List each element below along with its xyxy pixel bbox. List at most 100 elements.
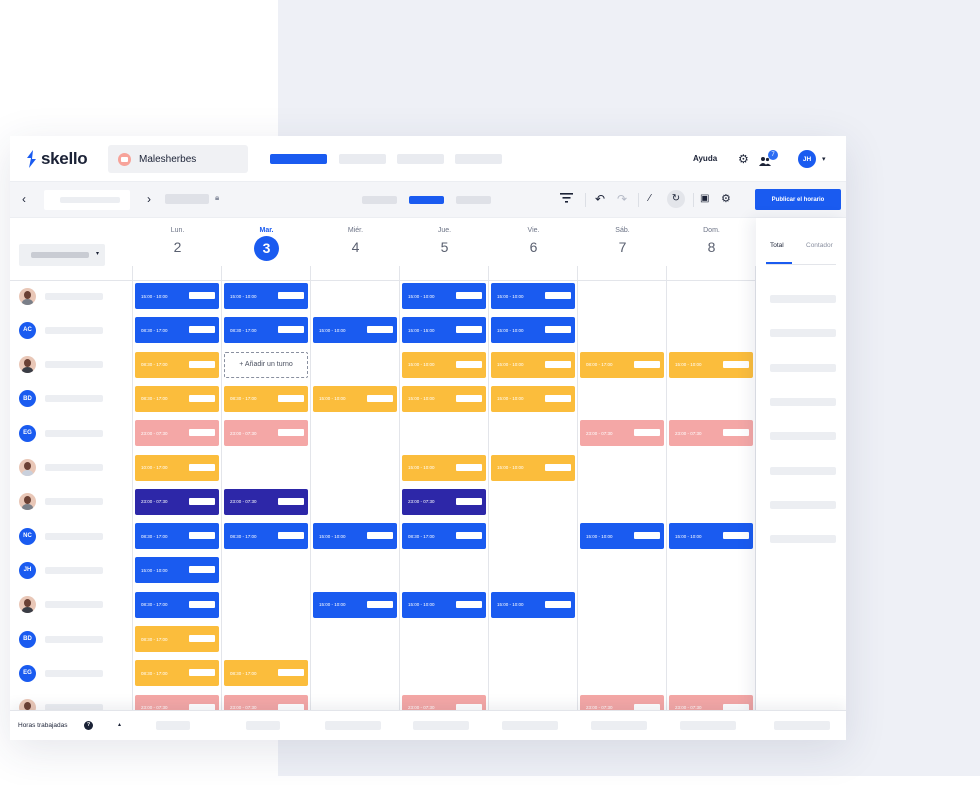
shift-card[interactable]: 08:30 - 17:00	[224, 523, 308, 550]
shift-card[interactable]: 10:00 - 17:00	[135, 454, 219, 481]
shift-card[interactable]: 08:30 - 17:00	[224, 317, 308, 344]
undo-icon[interactable]: ↶	[595, 192, 605, 206]
question-icon[interactable]: ?	[84, 721, 93, 730]
gear-icon[interactable]: ⚙	[738, 153, 749, 165]
shift-card[interactable]: 08:30 - 17:00	[135, 591, 219, 618]
user-avatar[interactable]: JH	[798, 150, 816, 168]
employee-row-label[interactable]	[19, 595, 139, 615]
date-picker[interactable]	[44, 190, 130, 210]
add-shift-button[interactable]: + Añadir un turno	[224, 351, 308, 378]
settings-gear-icon[interactable]: ⚙	[721, 192, 731, 206]
shift-card[interactable]: 23:00 - 07:30	[580, 420, 664, 447]
shift-card[interactable]: 08:30 - 17:00	[135, 351, 219, 378]
help-link[interactable]: Ayuda	[693, 154, 717, 163]
employee-row-label[interactable]	[19, 286, 139, 306]
redo-icon[interactable]: ↷	[617, 192, 627, 206]
shift-card[interactable]: 08:30 - 17:00	[135, 626, 219, 652]
shift-card[interactable]: 15:00 - 10:00	[402, 591, 486, 618]
day-header[interactable]: Jue. 5	[400, 227, 489, 255]
shift-card[interactable]: 15:00 - 15:00	[402, 317, 486, 344]
shift-card[interactable]: 15:00 - 10:00	[491, 351, 575, 378]
skello-logo[interactable]: skello	[26, 149, 88, 169]
tab-counter[interactable]: Contador	[806, 242, 833, 249]
employee-row-label[interactable]	[19, 458, 139, 478]
shift-card[interactable]: 15:00 - 10:00	[135, 283, 219, 309]
publish-schedule-button[interactable]: Publicar el horario	[755, 189, 841, 210]
shift-card[interactable]: 23:00 - 07:30	[135, 420, 219, 447]
view-toggle-week[interactable]	[409, 196, 444, 204]
shift-card[interactable]: 15:00 - 10:00	[313, 523, 397, 550]
shift-card[interactable]: 15:00 - 10:00	[402, 283, 486, 309]
nav-tab[interactable]	[455, 154, 502, 164]
shift-card[interactable]: 08:30 - 17:00	[224, 385, 308, 412]
employee-row-label[interactable]: AC	[19, 320, 139, 340]
shift-card[interactable]: 23:00 - 07:30	[224, 420, 308, 447]
employee-row-label[interactable]: NC	[19, 526, 139, 546]
header-divider	[10, 280, 756, 281]
day-header[interactable]: Dom. 8	[667, 227, 756, 255]
employee-row-label[interactable]: BD	[19, 389, 139, 409]
employee-filter-dropdown[interactable]: ▾	[19, 244, 105, 266]
print-icon[interactable]: ▣	[700, 192, 709, 206]
shift-card[interactable]: 08:30 - 17:00	[135, 660, 219, 687]
view-toggle-day[interactable]	[362, 196, 397, 204]
shift-card[interactable]: 15:00 - 10:00	[402, 385, 486, 412]
shift-card[interactable]: 15:00 - 10:00	[669, 351, 753, 378]
lock-icon[interactable]: 🔒︎	[215, 193, 219, 203]
shift-time: 15:00 - 10:00	[408, 362, 435, 368]
shift-card[interactable]: 23:00 - 07:30	[224, 488, 308, 515]
shift-card[interactable]: 23:00 - 07:30	[402, 488, 486, 515]
employee-row-label[interactable]: EG	[19, 663, 139, 683]
shift-label-placeholder	[367, 326, 393, 334]
prev-week-icon[interactable]: ‹	[22, 192, 26, 206]
employee-row-label[interactable]: EG	[19, 423, 139, 443]
view-toggle-month[interactable]	[456, 196, 491, 204]
shift-card[interactable]: 15:00 - 10:00	[491, 385, 575, 412]
employee-row-label[interactable]	[19, 355, 139, 375]
users-icon[interactable]: 7	[759, 150, 778, 171]
day-header[interactable]: Mar. 3	[222, 227, 311, 261]
day-name: Lun.	[170, 227, 185, 234]
shop-selector[interactable]: Malesherbes	[108, 145, 248, 173]
shift-card[interactable]: 15:00 - 10:00	[224, 283, 308, 309]
employee-row-label[interactable]: BD	[19, 629, 139, 649]
refresh-icon[interactable]: ↻	[667, 190, 685, 208]
shift-card[interactable]: 15:00 - 10:00	[313, 591, 397, 618]
shift-card[interactable]: 15:00 - 10:00	[402, 454, 486, 481]
shift-card[interactable]: 08:30 - 17:00	[135, 317, 219, 344]
chevron-up-icon[interactable]: ▴	[118, 721, 121, 728]
shift-card[interactable]: 15:00 - 10:00	[669, 523, 753, 550]
shift-card[interactable]: 15:00 - 10:00	[491, 454, 575, 481]
employee-row-label[interactable]: JH	[19, 560, 139, 580]
shift-card[interactable]: 23:00 - 07:30	[669, 420, 753, 447]
shift-card[interactable]: 15:00 - 10:00	[491, 283, 575, 309]
chevron-down-icon[interactable]: ▾	[822, 155, 826, 163]
nav-tab[interactable]	[397, 154, 444, 164]
shift-card[interactable]: 08:30 - 17:00	[402, 523, 486, 550]
shift-card[interactable]: 15:00 - 10:00	[491, 317, 575, 344]
nav-tab-active[interactable]	[270, 154, 327, 164]
nav-tab[interactable]	[339, 154, 386, 164]
day-header[interactable]: Lun. 2	[133, 227, 222, 255]
shift-card[interactable]: 15:00 - 10:00	[402, 351, 486, 378]
tab-total[interactable]: Total	[770, 242, 784, 249]
next-week-icon[interactable]: ›	[147, 192, 151, 206]
shift-card[interactable]: 15:00 - 10:00	[313, 317, 397, 344]
shift-card[interactable]: 08:30 - 17:00	[135, 523, 219, 550]
day-header[interactable]: Miér. 4	[311, 227, 400, 255]
shift-card[interactable]: 15:00 - 10:00	[491, 591, 575, 618]
day-header[interactable]: Sáb. 7	[578, 227, 667, 255]
shift-time: 08:30 - 17:00	[230, 670, 257, 676]
employee-avatar	[19, 287, 36, 305]
day-header[interactable]: Vie. 6	[489, 227, 578, 255]
shift-card[interactable]: 15:00 - 10:00	[580, 523, 664, 550]
employee-row-label[interactable]	[19, 492, 139, 512]
shift-card[interactable]: 23:00 - 07:30	[135, 488, 219, 515]
filter-icon[interactable]	[560, 192, 573, 206]
shift-card[interactable]: 08:30 - 17:00	[224, 660, 308, 687]
shift-card[interactable]: 15:00 - 10:00	[313, 385, 397, 412]
magic-wand-icon[interactable]: ⁄	[649, 192, 651, 206]
shift-card[interactable]: 15:00 - 10:00	[135, 557, 219, 584]
shift-card[interactable]: 08:00 - 17:00	[580, 351, 664, 378]
shift-card[interactable]: 08:30 - 17:00	[135, 385, 219, 412]
